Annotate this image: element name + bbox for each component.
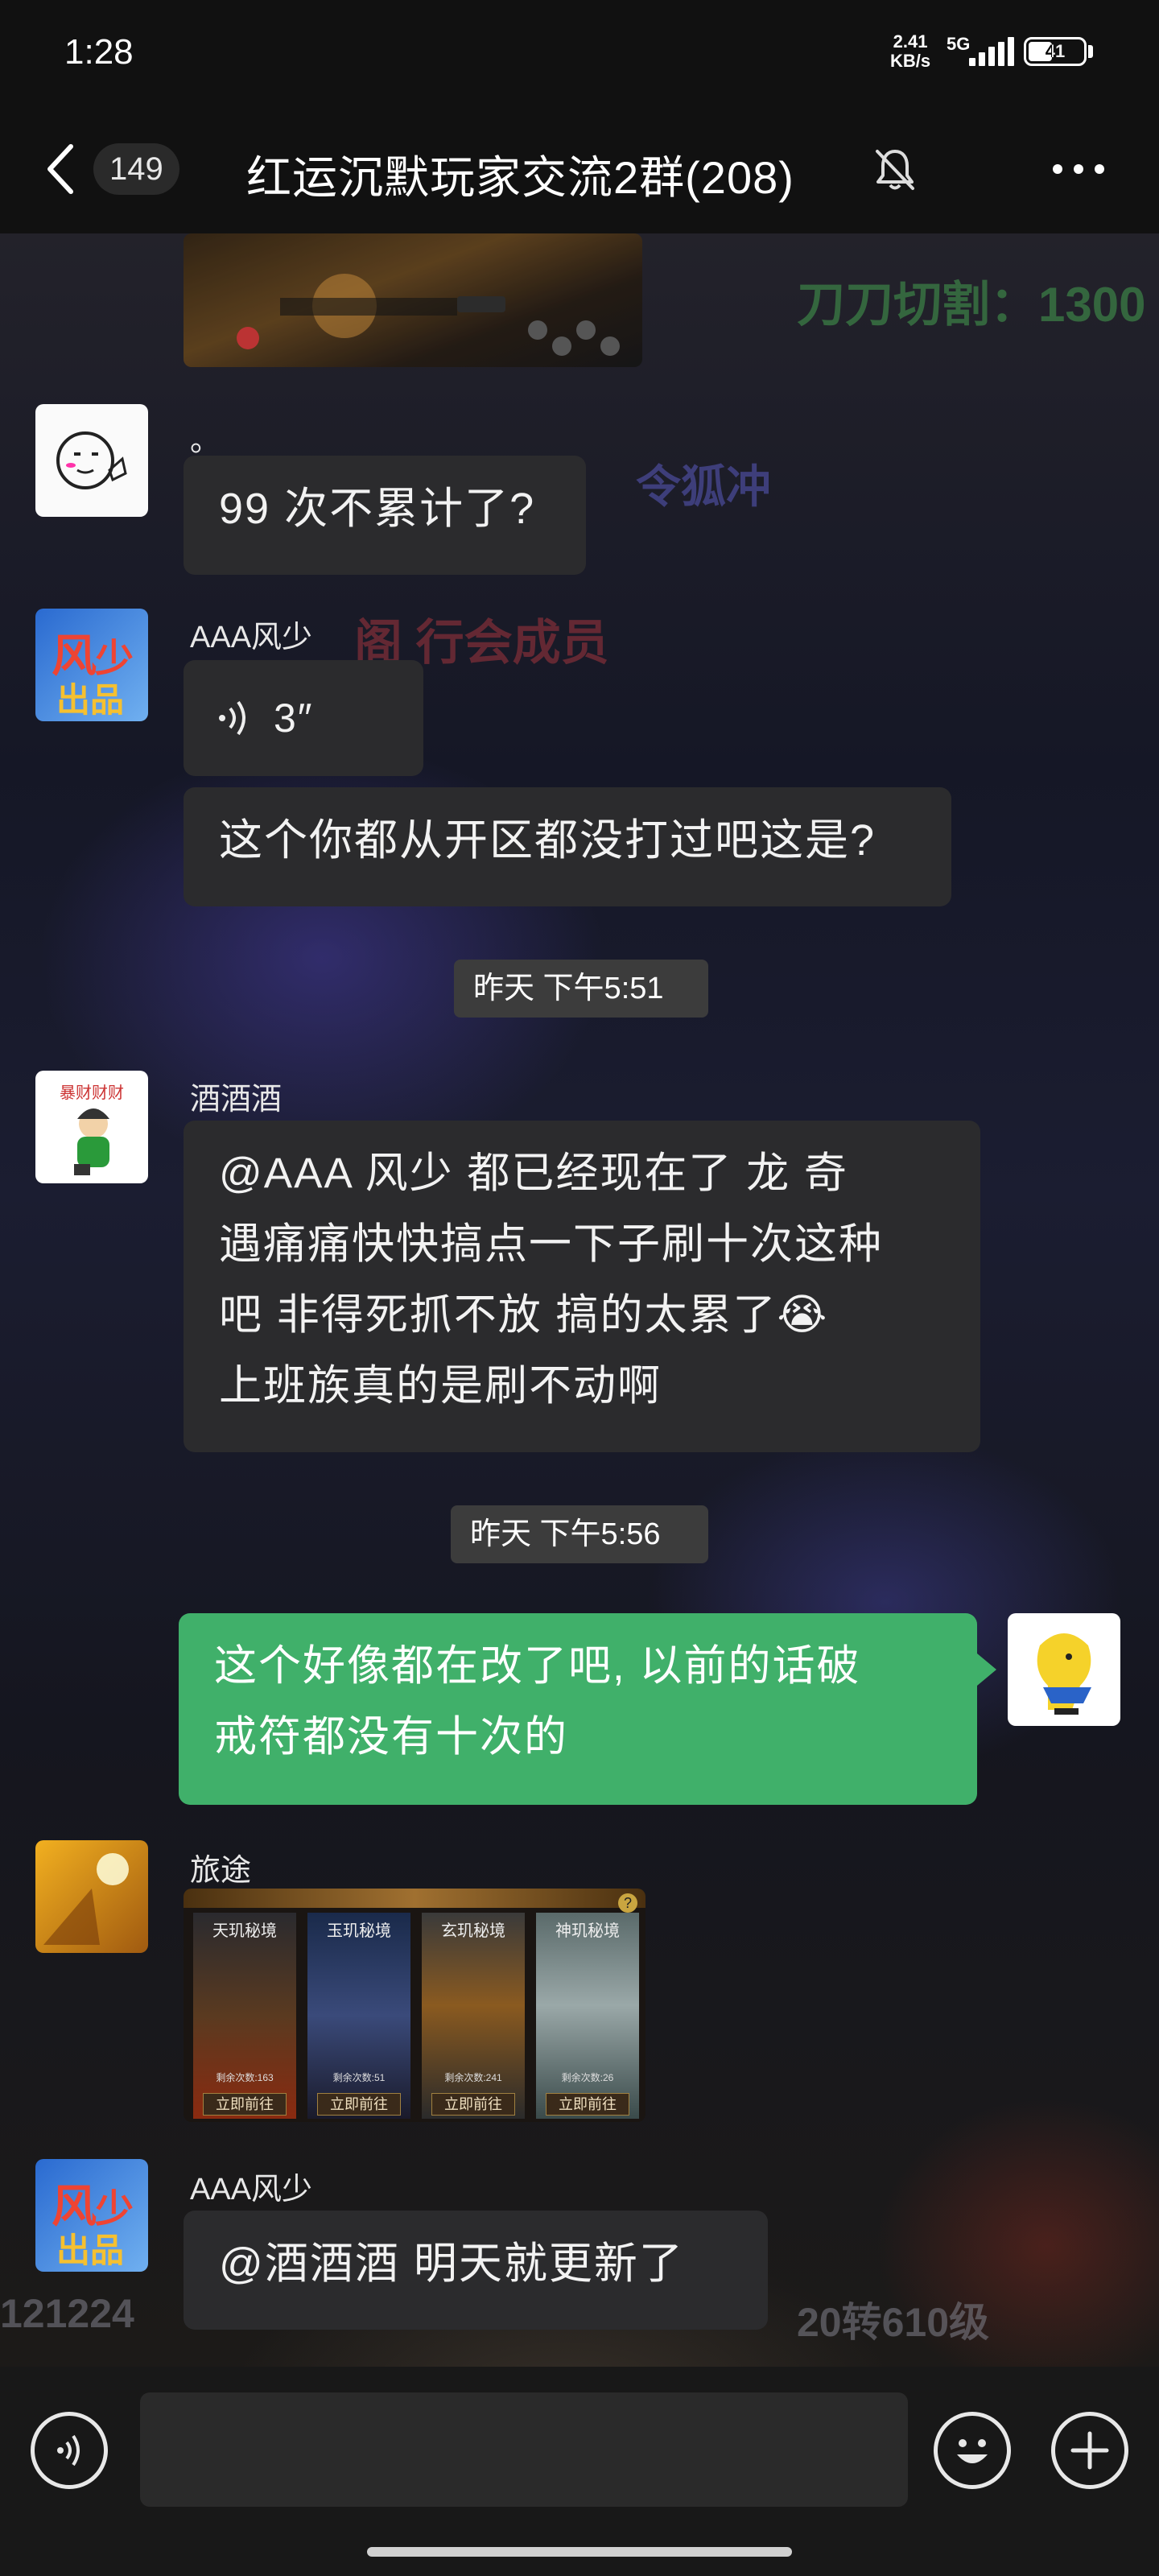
message-line: 吧 非得死抓不放 搞的太累了😭 xyxy=(219,1291,829,1339)
voice-wave-icon xyxy=(219,700,245,736)
sender-name: 酒酒酒 xyxy=(190,1083,283,1117)
status-bar: 1:28 2.41 KB/s 5G 41 xyxy=(0,0,1159,105)
avatar[interactable] xyxy=(35,1840,148,1953)
mute-bell-icon xyxy=(871,145,919,193)
unread-count-badge[interactable]: 149 xyxy=(93,143,179,195)
message-line: 遇痛痛快快搞点一下子刷十次这种 xyxy=(219,1220,883,1268)
message-bubble[interactable]: @酒酒酒 明天就更新了 xyxy=(184,2211,768,2330)
voice-message[interactable]: 3″ xyxy=(184,660,423,776)
image-message[interactable] xyxy=(184,233,642,367)
background-text: 刀刀切割：1300 xyxy=(797,278,1146,332)
timestamp: 昨天 下午5:56 xyxy=(451,1505,708,1563)
secret-realm-card[interactable]: 神玑秘境 剩余次数:26 立即前往 xyxy=(536,1913,639,2119)
status-time: 1:28 xyxy=(64,32,134,72)
network-speed-value: 2.41 xyxy=(893,31,928,52)
card-count: 剩余次数:241 xyxy=(444,2072,502,2083)
voice-input-icon[interactable] xyxy=(31,2412,108,2489)
svg-text:少: 少 xyxy=(95,2188,134,2231)
svg-text:风: 风 xyxy=(52,632,97,682)
secret-realm-card[interactable]: 玄玑秘境 剩余次数:241 立即前往 xyxy=(422,1913,525,2119)
secret-realm-card[interactable]: 玉玑秘境 剩余次数:51 立即前往 xyxy=(307,1913,410,2119)
battery-icon: 41 xyxy=(1024,37,1087,66)
card-title: 天玑秘境 xyxy=(212,1922,277,1940)
svg-text:风: 风 xyxy=(52,2182,97,2232)
card-count: 剩余次数:163 xyxy=(216,2072,274,2083)
more-icon[interactable] xyxy=(1046,161,1111,177)
signal-icon xyxy=(969,37,1014,66)
svg-text:出品: 出品 xyxy=(56,682,124,720)
background-text: 20转610级 xyxy=(797,2300,990,2345)
self-message-bubble[interactable]: 这个好像都在改了吧, 以前的话破 戒符都没有十次的 xyxy=(179,1613,977,1805)
plus-icon[interactable] xyxy=(1051,2412,1128,2489)
sender-name: 旅途 xyxy=(190,1854,252,1888)
sender-name: AAA风少 xyxy=(190,621,313,654)
network-speed: 2.41 KB/s xyxy=(890,32,930,71)
sender-name: 。 xyxy=(190,424,221,458)
network-type: 5G xyxy=(947,34,971,54)
self-avatar[interactable] xyxy=(1008,1613,1120,1726)
svg-text:出品: 出品 xyxy=(56,2232,124,2270)
avatar[interactable]: 风 少 出品 xyxy=(35,2159,148,2272)
background-text: 121224 xyxy=(0,2291,134,2336)
svg-text:暴财财财: 暴财财财 xyxy=(60,1084,124,1102)
message-line: 这个好像都在改了吧, 以前的话破 xyxy=(214,1642,861,1690)
battery-tip xyxy=(1088,45,1093,58)
message-bubble[interactable]: 99 次不累计了? xyxy=(184,456,586,575)
message-input[interactable] xyxy=(140,2392,908,2507)
message-bubble[interactable]: 这个你都从开区都没打过吧这是? xyxy=(184,787,951,906)
go-button[interactable]: 立即前往 xyxy=(317,2093,401,2116)
avatar[interactable]: 风 少 出品 xyxy=(35,609,148,721)
sender-name: AAA风少 xyxy=(190,2173,313,2207)
back-arrow-icon[interactable] xyxy=(39,137,87,201)
bubble-tail xyxy=(977,1653,996,1686)
network-speed-unit: KB/s xyxy=(890,51,931,71)
secret-realm-card[interactable]: 天玑秘境 剩余次数:163 立即前往 xyxy=(193,1913,296,2119)
go-button[interactable]: 立即前往 xyxy=(546,2093,629,2116)
card-count: 剩余次数:51 xyxy=(332,2072,386,2083)
card-count: 剩余次数:26 xyxy=(561,2072,614,2083)
chat-title[interactable]: 红运沉默玩家交流2群(208) xyxy=(246,142,794,207)
avatar[interactable] xyxy=(35,404,148,517)
message-line: 戒符都没有十次的 xyxy=(214,1713,568,1761)
input-bar xyxy=(0,2367,1159,2576)
go-button[interactable]: 立即前往 xyxy=(431,2093,515,2116)
background-text: 令狐冲 xyxy=(636,461,771,512)
voice-duration: 3″ xyxy=(274,696,314,741)
chat-header: 149 红运沉默玩家交流2群(208) xyxy=(0,105,1159,233)
avatar[interactable]: 暴财财财 xyxy=(35,1071,148,1183)
message-line: @AAA 风少 都已经现在了 龙 奇 xyxy=(219,1150,848,1197)
card-title: 玄玑秘境 xyxy=(441,1922,505,1940)
battery-level: 41 xyxy=(1045,41,1066,61)
go-button[interactable]: 立即前往 xyxy=(203,2093,287,2116)
help-icon: ? xyxy=(618,1893,637,1913)
message-line: 上班族真的是刷不动啊 xyxy=(219,1362,662,1410)
message-bubble[interactable]: @AAA 风少 都已经现在了 龙 奇 遇痛痛快快搞点一下子刷十次这种 吧 非得死… xyxy=(184,1121,980,1452)
timestamp: 昨天 下午5:51 xyxy=(454,960,708,1018)
card-title: 神玑秘境 xyxy=(555,1922,620,1940)
image-message[interactable]: ? 天玑秘境 剩余次数:163 立即前往 玉玑秘境 剩余次数:51 立即前往 玄… xyxy=(184,1889,645,2122)
card-title: 玉玑秘境 xyxy=(327,1922,391,1940)
home-indicator[interactable] xyxy=(367,2547,792,2557)
svg-text:少: 少 xyxy=(95,638,134,680)
emoji-icon[interactable] xyxy=(934,2412,1011,2489)
